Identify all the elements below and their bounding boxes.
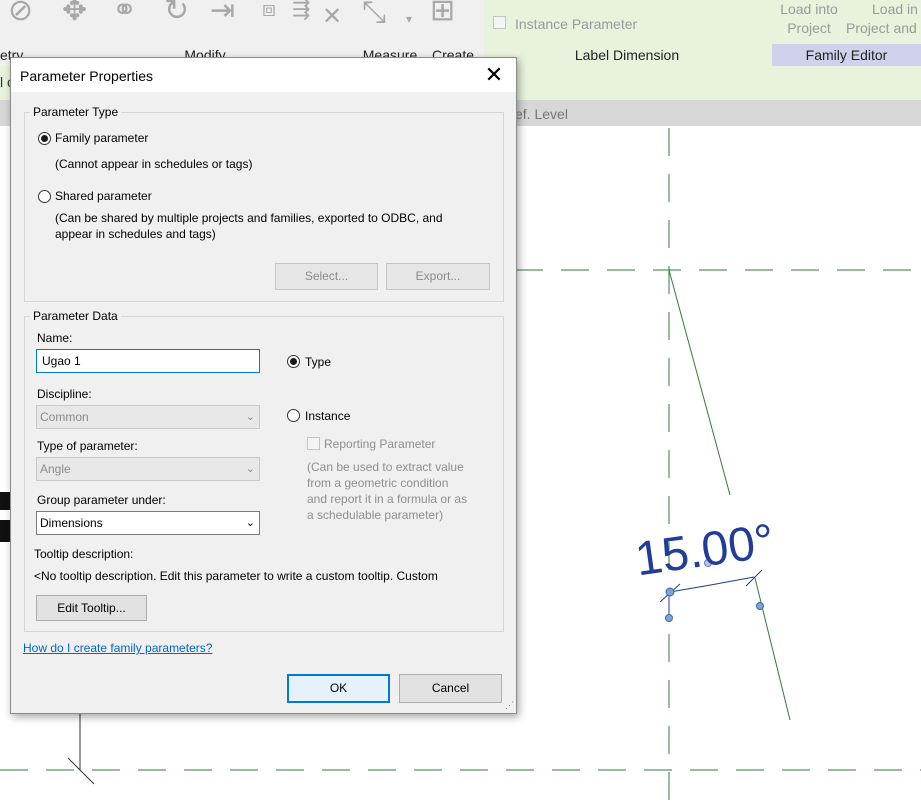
ok-button[interactable]: OK: [287, 674, 390, 703]
reporting-note-line: a schedulable parameter): [307, 508, 444, 522]
reporting-parameter-note: (Can be used to extract value from a geo…: [307, 459, 467, 523]
family-parameter-radio[interactable]: [38, 132, 51, 145]
parameter-data-group-label: Parameter Data: [30, 309, 121, 323]
discipline-value: Common: [40, 410, 89, 424]
dialog-title: Parameter Properties: [20, 68, 154, 84]
chevron-down-icon: ⌄: [245, 517, 255, 529]
parameter-properties-dialog: Parameter Properties ✕ Parameter Type Fa…: [10, 57, 517, 714]
help-link[interactable]: How do I create family parameters?: [23, 641, 212, 655]
group-parameter-under-label: Group parameter under:: [37, 493, 166, 507]
close-icon[interactable]: ✕: [481, 62, 507, 88]
name-label: Name:: [37, 331, 73, 345]
instance-radio-label[interactable]: Instance: [305, 409, 350, 423]
tooltip-description-label: Tooltip description:: [34, 547, 134, 561]
reporting-parameter-label: Reporting Parameter: [324, 437, 436, 451]
dimension-grip-point: [665, 614, 673, 622]
export-button[interactable]: Export...: [386, 263, 490, 290]
shared-parameter-radio[interactable]: [38, 190, 51, 203]
discipline-label: Discipline:: [37, 387, 92, 401]
family-parameter-label[interactable]: Family parameter: [55, 131, 148, 145]
type-radio[interactable]: [287, 355, 300, 368]
instance-radio[interactable]: [287, 409, 300, 422]
discipline-select[interactable]: Common ⌄: [36, 405, 260, 429]
reporting-parameter-checkbox[interactable]: [307, 437, 320, 450]
name-input[interactable]: Ugao 1: [36, 349, 260, 373]
reporting-note-line: from a geometric condition: [307, 476, 449, 490]
dimension-grip-point: [665, 587, 675, 597]
family-parameter-note: (Cannot appear in schedules or tags): [55, 157, 253, 171]
resize-grip-icon[interactable]: ⋰: [505, 700, 514, 711]
level-marker-tick: [67, 757, 95, 785]
reporting-note-line: and report it in a formula or as: [307, 492, 468, 506]
partial-text-glyph: [0, 520, 10, 542]
shared-parameter-note-line2: appear in schedules and tags): [55, 227, 216, 241]
shared-parameter-note-line1: (Can be shared by multiple projects and …: [55, 211, 443, 225]
dimension-value-label[interactable]: 15.00°: [632, 515, 777, 587]
parameter-type-group-label: Parameter Type: [30, 105, 122, 119]
group-parameter-under-select[interactable]: Dimensions ⌄: [36, 511, 260, 535]
edit-tooltip-button[interactable]: Edit Tooltip...: [36, 595, 147, 621]
chevron-down-icon: ⌄: [245, 463, 255, 475]
chevron-down-icon: ⌄: [245, 411, 255, 423]
reporting-note-line: (Can be used to extract value: [307, 460, 464, 474]
angled-reference-line-bottom: [754, 577, 791, 721]
type-of-parameter-label: Type of parameter:: [37, 439, 138, 453]
group-parameter-under-value: Dimensions: [40, 516, 103, 530]
dimension-grip-point: [756, 602, 764, 610]
shared-parameter-label[interactable]: Shared parameter: [55, 189, 152, 203]
select-button[interactable]: Select...: [275, 263, 378, 290]
partial-text-glyph: [0, 492, 10, 510]
type-of-parameter-select[interactable]: Angle ⌄: [36, 457, 260, 481]
angled-reference-line-top: [668, 269, 731, 496]
cancel-button[interactable]: Cancel: [399, 674, 502, 703]
tooltip-description-value: <No tooltip description. Edit this param…: [34, 569, 438, 583]
type-radio-label[interactable]: Type: [305, 355, 331, 369]
type-of-parameter-value: Angle: [40, 462, 71, 476]
